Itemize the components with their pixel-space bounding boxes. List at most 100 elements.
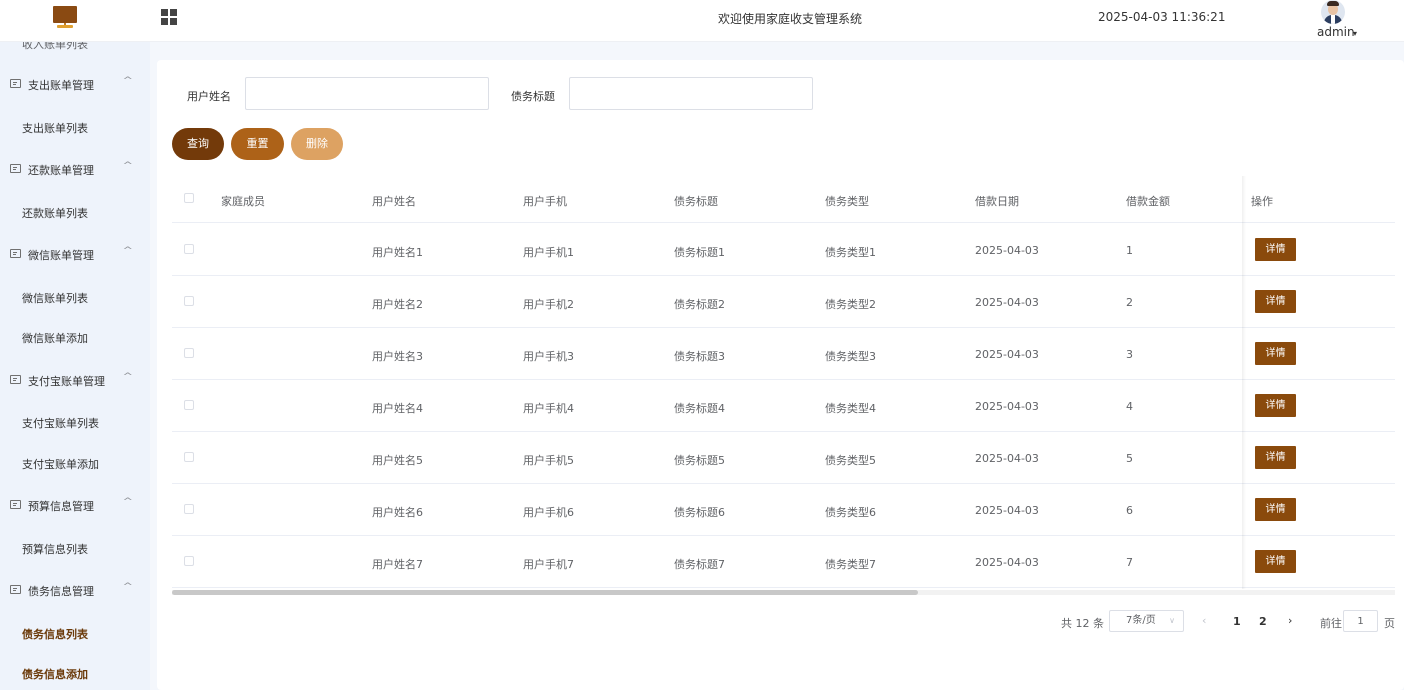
cell-name: 用户姓名1 xyxy=(372,246,423,259)
username-filter-label: 用户姓名 xyxy=(187,90,231,103)
column-header: 操作 xyxy=(1251,195,1273,208)
sidebar-item-wechat-add[interactable]: 微信账单添加 xyxy=(0,318,150,358)
sidebar-item-label: 债务信息列表 xyxy=(22,628,88,641)
cell-type: 债务类型6 xyxy=(825,506,876,519)
menu-grid-icon[interactable] xyxy=(161,9,177,25)
sidebar-item-alipay-list[interactable]: 支付宝账单列表 xyxy=(0,403,150,443)
sidebar-item-income-list[interactable]: 收入账单列表 xyxy=(22,42,88,52)
reset-button[interactable]: 重置 xyxy=(231,128,284,160)
next-page-button[interactable]: › xyxy=(1288,614,1292,627)
detail-button[interactable]: 详情 xyxy=(1255,498,1296,521)
page-number-2[interactable]: 2 xyxy=(1259,615,1267,628)
cell-phone: 用户手机7 xyxy=(523,558,574,571)
column-header: 债务类型 xyxy=(825,195,869,208)
title-filter-label: 债务标题 xyxy=(511,90,555,103)
cell-amount: 1 xyxy=(1126,244,1133,257)
cell-title: 债务标题2 xyxy=(674,298,725,311)
scrollbar-thumb[interactable] xyxy=(172,590,918,595)
cell-phone: 用户手机6 xyxy=(523,506,574,519)
document-icon xyxy=(10,79,21,88)
sidebar-item-budget-list[interactable]: 预算信息列表 xyxy=(0,529,150,569)
table-row: 用户姓名1 用户手机1 债务标题1 债务类型1 2025-04-03 1 详情 xyxy=(172,224,1395,276)
sidebar-group-budget[interactable]: 预算信息管理 ^ xyxy=(0,486,150,526)
cell-name: 用户姓名6 xyxy=(372,506,423,519)
title-filter-input[interactable] xyxy=(569,77,813,110)
cell-type: 债务类型1 xyxy=(825,246,876,259)
cell-name: 用户姓名2 xyxy=(372,298,423,311)
prev-page-button[interactable]: ‹ xyxy=(1202,614,1206,627)
top-header: 欢迎使用家庭收支管理系统 2025-04-03 11:36:21 admin ▾ xyxy=(0,0,1404,42)
sidebar-group-alipay[interactable]: 支付宝账单管理 ^ xyxy=(0,361,150,401)
sidebar-item-repayment-list[interactable]: 还款账单列表 xyxy=(0,193,150,233)
page-suffix-label: 页 xyxy=(1384,617,1395,630)
cell-title: 债务标题4 xyxy=(674,402,725,415)
row-checkbox[interactable] xyxy=(184,452,194,462)
sidebar-item-debt-list[interactable]: 债务信息列表 xyxy=(0,614,150,654)
goto-page-input[interactable] xyxy=(1343,610,1378,632)
row-checkbox[interactable] xyxy=(184,296,194,306)
row-checkbox[interactable] xyxy=(184,244,194,254)
row-checkbox[interactable] xyxy=(184,556,194,566)
chevron-up-icon: ^ xyxy=(122,497,134,507)
system-title: 欢迎使用家庭收支管理系统 xyxy=(717,12,862,26)
query-button[interactable]: 查询 xyxy=(172,128,224,160)
chevron-down-icon[interactable]: ▾ xyxy=(1353,29,1357,38)
sidebar-group-label: 支出账单管理 xyxy=(28,79,94,92)
table-header: 家庭成员 用户姓名 用户手机 债务标题 债务类型 借款日期 借款金额 操作 xyxy=(172,176,1395,223)
page-size-value: 7条/页 xyxy=(1126,615,1156,626)
column-header: 用户手机 xyxy=(523,195,567,208)
select-all-checkbox[interactable] xyxy=(184,193,194,203)
sidebar-item-debt-add[interactable]: 债务信息添加 xyxy=(0,654,150,690)
row-checkbox[interactable] xyxy=(184,348,194,358)
sidebar-item-label: 预算信息列表 xyxy=(22,543,88,556)
cell-title: 债务标题7 xyxy=(674,558,725,571)
sidebar-item-alipay-add[interactable]: 支付宝账单添加 xyxy=(0,444,150,484)
table-row: 用户姓名7 用户手机7 债务标题7 债务类型7 2025-04-03 7 详情 xyxy=(172,536,1395,588)
document-icon xyxy=(10,375,21,384)
sidebar-group-expense[interactable]: 支出账单管理 ^ xyxy=(0,65,150,105)
sidebar-item-wechat-list[interactable]: 微信账单列表 xyxy=(0,278,150,318)
sidebar-group-label: 支付宝账单管理 xyxy=(28,375,105,388)
cell-date: 2025-04-03 xyxy=(975,504,1039,517)
sidebar: 收入账单列表 支出账单管理 ^ 支出账单列表 还款账单管理 ^ 还款账单列表 微… xyxy=(0,42,150,690)
sidebar-item-label: 还款账单列表 xyxy=(22,207,88,220)
sidebar-item-label: 微信账单添加 xyxy=(22,332,88,345)
detail-button[interactable]: 详情 xyxy=(1255,238,1296,261)
sidebar-item-expense-list[interactable]: 支出账单列表 xyxy=(0,108,150,148)
detail-button[interactable]: 详情 xyxy=(1255,342,1296,365)
detail-button[interactable]: 详情 xyxy=(1255,446,1296,469)
column-header: 借款日期 xyxy=(975,195,1019,208)
cell-date: 2025-04-03 xyxy=(975,296,1039,309)
column-header: 用户姓名 xyxy=(372,195,416,208)
page-size-select[interactable]: 7条/页 ∨ xyxy=(1109,610,1184,632)
sidebar-group-debt[interactable]: 债务信息管理 ^ xyxy=(0,571,150,611)
sidebar-item-label: 支付宝账单添加 xyxy=(22,458,99,471)
username-filter-input[interactable] xyxy=(245,77,489,110)
sidebar-group-wechat[interactable]: 微信账单管理 ^ xyxy=(0,235,150,275)
row-checkbox[interactable] xyxy=(184,400,194,410)
fixed-column-divider xyxy=(1242,176,1246,589)
sidebar-group-label: 还款账单管理 xyxy=(28,164,94,177)
detail-button[interactable]: 详情 xyxy=(1255,550,1296,573)
detail-button[interactable]: 详情 xyxy=(1255,290,1296,313)
cell-title: 债务标题3 xyxy=(674,350,725,363)
cell-amount: 4 xyxy=(1126,400,1133,413)
user-avatar[interactable] xyxy=(1321,0,1345,24)
column-header: 家庭成员 xyxy=(221,195,265,208)
sidebar-group-repayment[interactable]: 还款账单管理 ^ xyxy=(0,150,150,190)
column-header: 借款金额 xyxy=(1126,195,1170,208)
computer-logo-icon xyxy=(53,6,77,30)
cell-phone: 用户手机3 xyxy=(523,350,574,363)
cell-type: 债务类型3 xyxy=(825,350,876,363)
cell-title: 债务标题6 xyxy=(674,506,725,519)
delete-button[interactable]: 删除 xyxy=(291,128,343,160)
table-row: 用户姓名5 用户手机5 债务标题5 债务类型5 2025-04-03 5 详情 xyxy=(172,432,1395,484)
user-menu-name[interactable]: admin xyxy=(1317,25,1355,39)
cell-title: 债务标题5 xyxy=(674,454,725,467)
sidebar-group-label: 债务信息管理 xyxy=(28,585,94,598)
document-icon xyxy=(10,164,21,173)
row-checkbox[interactable] xyxy=(184,504,194,514)
cell-amount: 3 xyxy=(1126,348,1133,361)
detail-button[interactable]: 详情 xyxy=(1255,394,1296,417)
page-number-1[interactable]: 1 xyxy=(1233,615,1241,628)
